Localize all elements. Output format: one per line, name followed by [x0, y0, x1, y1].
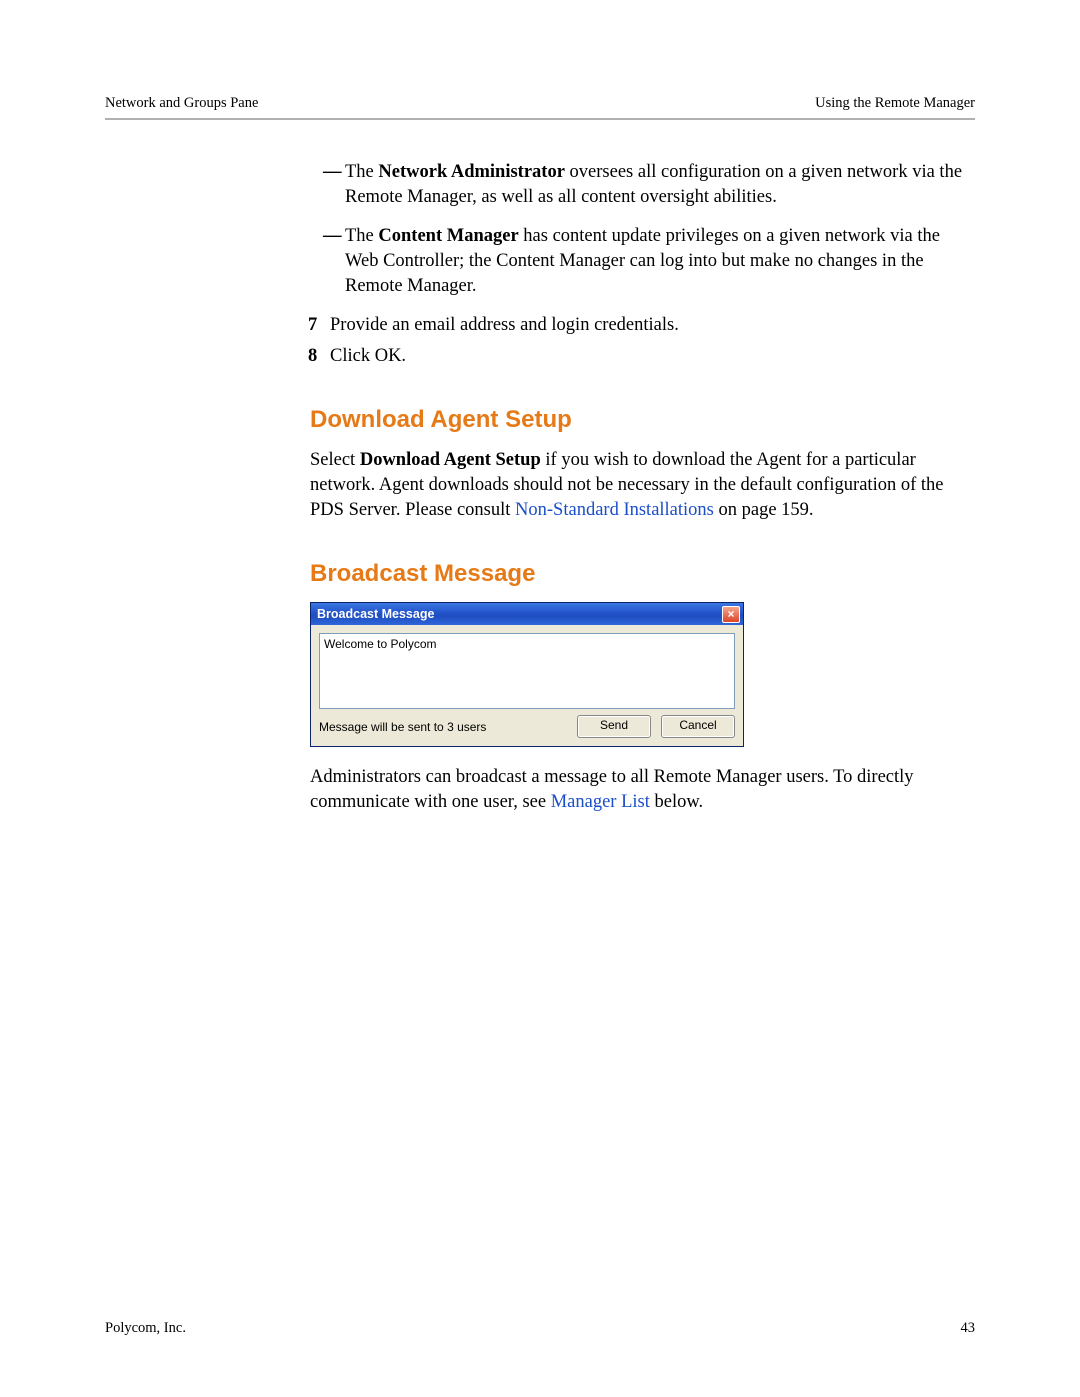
step-8: 8 Click OK.: [330, 344, 975, 369]
running-footer: Polycom, Inc. 43: [105, 1320, 975, 1337]
sub-bullet-network-admin: — The Network Administrator oversees all…: [345, 160, 975, 210]
page-number: 43: [961, 1320, 976, 1337]
paragraph: Select Download Agent Setup if you wish …: [310, 448, 975, 523]
bold-term: Download Agent Setup: [360, 450, 541, 470]
status-text: Message will be sent to 3 users: [319, 719, 567, 735]
dialog-title: Broadcast Message: [317, 606, 434, 623]
close-button[interactable]: ×: [722, 606, 740, 623]
header-right: Using the Remote Manager: [815, 95, 975, 112]
broadcast-message-dialog: Broadcast Message × Welcome to Polycom M…: [310, 602, 744, 747]
dash-icon: —: [323, 224, 342, 249]
text-segment: Select: [310, 450, 360, 470]
header-left: Network and Groups Pane: [105, 95, 258, 112]
message-textarea[interactable]: Welcome to Polycom: [319, 633, 735, 709]
close-icon: ×: [727, 607, 734, 621]
text-segment: below.: [650, 792, 703, 812]
step-number: 8: [308, 344, 317, 369]
step-7: 7 Provide an email address and login cre…: [330, 313, 975, 338]
step-text: Provide an email address and login crede…: [330, 315, 679, 335]
send-button[interactable]: Send: [577, 715, 651, 738]
dialog-footer: Message will be sent to 3 users Send Can…: [319, 715, 735, 738]
text-segment: on page 159.: [714, 500, 814, 520]
paragraph: Administrators can broadcast a message t…: [310, 765, 975, 815]
bold-term: Content Manager: [378, 226, 518, 246]
bold-term: Network Administrator: [378, 162, 565, 182]
step-text: Click OK.: [330, 346, 406, 366]
cross-reference-link[interactable]: Manager List: [551, 792, 650, 812]
heading-broadcast-message: Broadcast Message: [310, 558, 975, 590]
sub-bullet-content-manager: — The Content Manager has content update…: [345, 224, 975, 299]
footer-left: Polycom, Inc.: [105, 1320, 186, 1337]
dialog-body: Welcome to Polycom Message will be sent …: [311, 625, 743, 746]
step-number: 7: [308, 313, 317, 338]
cross-reference-link[interactable]: Non-Standard Installations: [515, 500, 714, 520]
dash-icon: —: [323, 160, 342, 185]
text-segment: The: [345, 162, 378, 182]
dialog-titlebar[interactable]: Broadcast Message ×: [311, 603, 743, 625]
running-header: Network and Groups Pane Using the Remote…: [105, 95, 975, 120]
text-segment: The: [345, 226, 378, 246]
body-content: — The Network Administrator oversees all…: [310, 160, 975, 815]
document-page: Network and Groups Pane Using the Remote…: [0, 0, 1080, 1397]
cancel-button[interactable]: Cancel: [661, 715, 735, 738]
heading-download-agent-setup: Download Agent Setup: [310, 404, 975, 436]
